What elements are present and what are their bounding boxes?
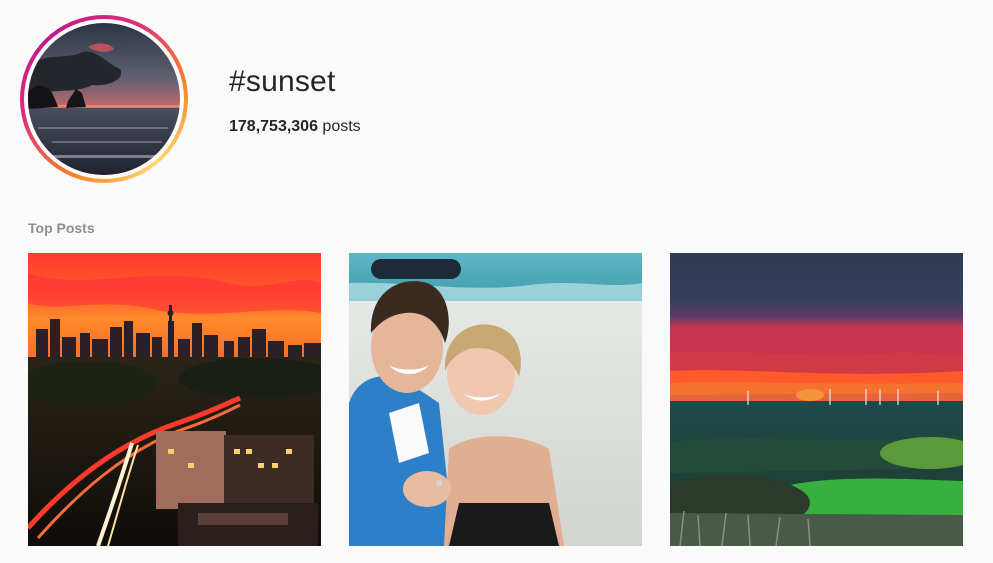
wind-farm-image (670, 253, 963, 546)
hashtag-title: #sunset (229, 65, 336, 98)
sunset-sea-image (28, 23, 180, 175)
post-thumbnail-3[interactable] (670, 253, 963, 546)
top-posts-heading: Top Posts (28, 220, 95, 236)
hashtag-avatar[interactable] (28, 23, 180, 175)
post-thumbnail-1[interactable] (28, 253, 321, 546)
couple-beach-image (349, 253, 642, 546)
post-count-number: 178,753,306 (229, 118, 318, 135)
city-skyline-image (28, 253, 321, 546)
post-count: 178,753,306 posts (229, 117, 361, 137)
post-thumbnail-2[interactable] (349, 253, 642, 546)
post-count-suffix: posts (317, 118, 361, 135)
story-ring[interactable] (20, 15, 188, 183)
